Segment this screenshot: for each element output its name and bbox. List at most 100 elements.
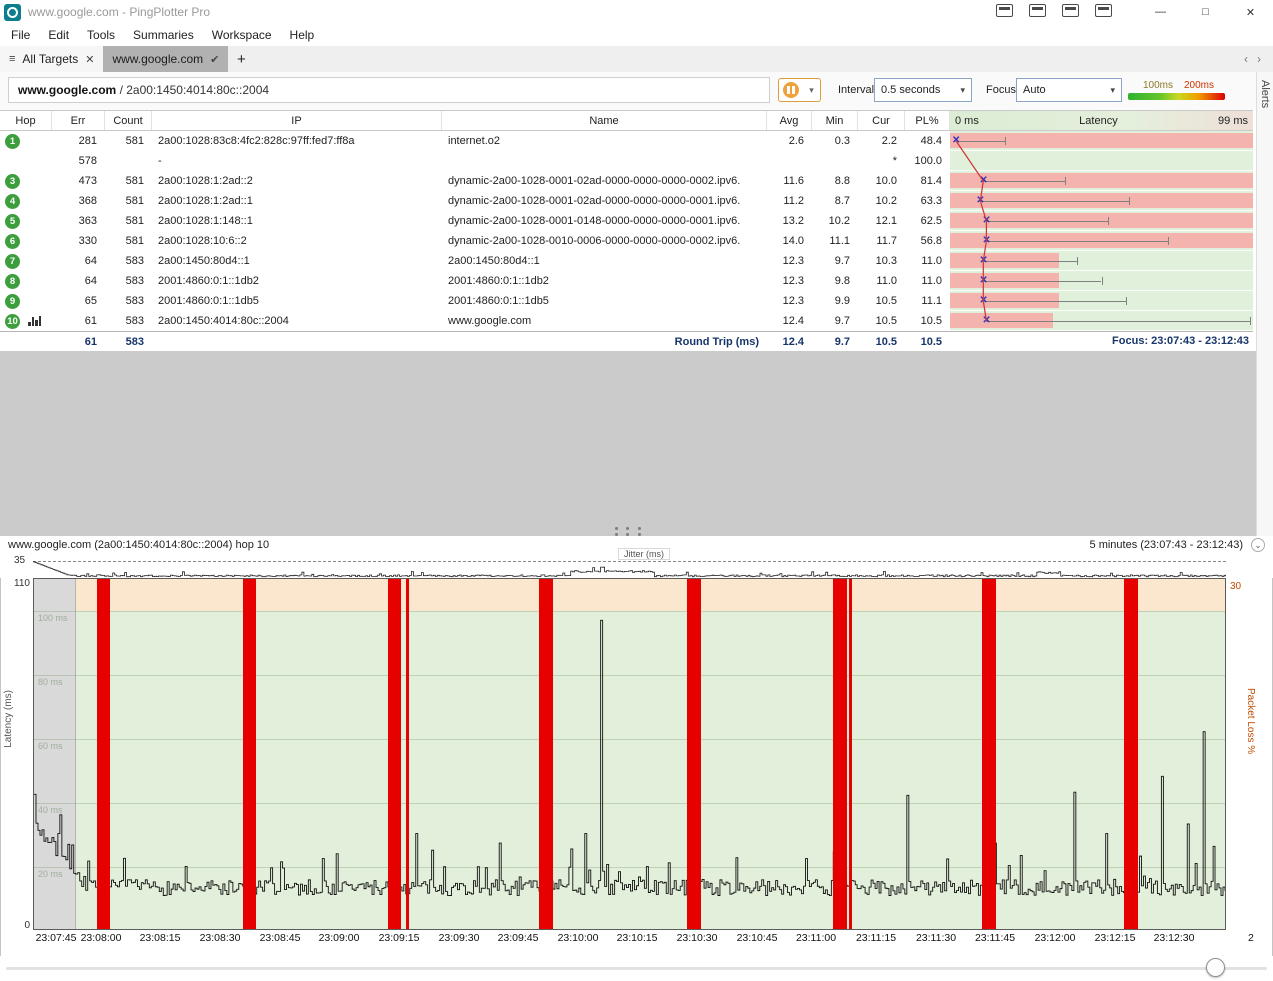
menu-item-help[interactable]: Help bbox=[281, 25, 324, 45]
latency-range-whisker bbox=[983, 281, 1101, 282]
hop-number-badge: 4 bbox=[5, 194, 20, 209]
table-row[interactable]: 63305812a00:1028:10:6::2dynamic-2a00-102… bbox=[0, 231, 1253, 251]
close-button[interactable]: ✕ bbox=[1228, 0, 1273, 24]
ip-cell: 2a00:1028:1:2ad::2 bbox=[152, 171, 442, 191]
pause-button[interactable] bbox=[778, 78, 804, 102]
table-row[interactable]: 34735812a00:1028:1:2ad::2dynamic-2a00-10… bbox=[0, 171, 1253, 191]
table-row[interactable]: 7645832a00:1450:80d4::12a00:1450:80d4::1… bbox=[0, 251, 1253, 271]
timeline-range-dropdown[interactable]: ⌄ bbox=[1251, 538, 1265, 552]
count-cell: 581 bbox=[105, 191, 152, 211]
scrollbar-thumb[interactable] bbox=[1206, 958, 1225, 977]
column-header-avg[interactable]: Avg bbox=[767, 111, 812, 130]
pl-cell: 56.8 bbox=[905, 231, 950, 251]
tab-scroll-right-icon[interactable]: › bbox=[1257, 52, 1261, 66]
pause-icon bbox=[783, 82, 799, 98]
latency-graph-cell: ✕ bbox=[950, 171, 1253, 191]
count-cell: 581 bbox=[105, 171, 152, 191]
workspace-layout-icon[interactable] bbox=[996, 4, 1013, 17]
interval-label: Interval bbox=[838, 84, 874, 96]
splitter-handle[interactable] bbox=[612, 527, 644, 536]
menu-item-summaries[interactable]: Summaries bbox=[124, 25, 203, 45]
column-header-hop[interactable]: Hop bbox=[0, 111, 52, 130]
tab-active-target[interactable]: www.google.com ✔ bbox=[103, 46, 228, 72]
tab-close-icon[interactable]: ✕ bbox=[85, 53, 94, 66]
name-cell: dynamic-2a00-1028-0010-0006-0000-0000-00… bbox=[442, 231, 767, 251]
monitor-view-icon[interactable] bbox=[1062, 4, 1079, 17]
hop-number-badge: 5 bbox=[5, 214, 20, 229]
menu-item-file[interactable]: File bbox=[2, 25, 39, 45]
x-axis-label: 23:09:15 bbox=[379, 932, 420, 944]
timeline-range-label[interactable]: 5 minutes (23:07:43 - 23:12:43) bbox=[1090, 539, 1243, 551]
ip-cell: 2a00:1028:1:2ad::1 bbox=[152, 191, 442, 211]
tab-check-icon[interactable]: ✔ bbox=[210, 53, 219, 66]
latency-graph-cell: ✕ bbox=[950, 231, 1253, 251]
menu-item-edit[interactable]: Edit bbox=[39, 25, 78, 45]
x-axis-label: 23:09:30 bbox=[439, 932, 480, 944]
latency-avg-marker: ✕ bbox=[952, 132, 960, 149]
latency-scale-max: 99 ms bbox=[1218, 115, 1248, 127]
table-row[interactable]: 43685812a00:1028:1:2ad::1dynamic-2a00-10… bbox=[0, 191, 1253, 211]
minimize-button[interactable]: — bbox=[1138, 0, 1183, 24]
hop-cell: 7 bbox=[0, 251, 52, 271]
chevron-down-icon: ▾ bbox=[960, 85, 965, 96]
timeline-graph[interactable]: 100 ms80 ms60 ms40 ms20 ms bbox=[33, 578, 1226, 930]
hop-number-badge: 9 bbox=[5, 294, 20, 309]
interval-select[interactable]: 0.5 seconds ▾ bbox=[874, 78, 972, 102]
maximize-button[interactable]: □ bbox=[1183, 0, 1228, 24]
latency-range-whisker bbox=[983, 261, 1077, 262]
target-address-field[interactable]: www.google.com / 2a00:1450:4014:80c::200… bbox=[8, 77, 770, 103]
column-header-count[interactable]: Count bbox=[105, 111, 152, 130]
timeline-scrollbar[interactable] bbox=[0, 956, 1273, 981]
name-cell: 2001:4860:0:1::1db5 bbox=[442, 291, 767, 311]
target-host: www.google.com bbox=[18, 83, 116, 97]
table-row[interactable]: 53635812a00:1028:1:148::1dynamic-2a00-10… bbox=[0, 211, 1253, 231]
tab-all-targets[interactable]: ≡ All Targets ✕ bbox=[0, 46, 103, 72]
scrollbar-track[interactable] bbox=[6, 967, 1267, 970]
new-tab-button[interactable]: + bbox=[228, 46, 254, 72]
window-title: www.google.com - PingPlotter Pro bbox=[28, 5, 210, 19]
latency-range-cap bbox=[1005, 137, 1006, 145]
focus-select[interactable]: Auto ▾ bbox=[1016, 78, 1122, 102]
packet-loss-bar bbox=[833, 579, 847, 929]
table-row[interactable]: 578-*100.0 bbox=[0, 151, 1253, 171]
hop-cell: 1 bbox=[0, 131, 52, 151]
packet-loss-bar bbox=[982, 579, 996, 929]
count-cell: 583 bbox=[105, 251, 152, 271]
hop-cell bbox=[0, 151, 52, 171]
column-header-min[interactable]: Min bbox=[812, 111, 858, 130]
trace-table-header: HopErrCountIPNameAvgMinCurPL%0 msLatency… bbox=[0, 110, 1253, 131]
x-axis-label: 23:12:15 bbox=[1095, 932, 1136, 944]
column-header-pl[interactable]: PL% bbox=[905, 111, 950, 130]
menu-item-tools[interactable]: Tools bbox=[78, 25, 124, 45]
print-icon[interactable] bbox=[1095, 4, 1112, 17]
cur-cell: * bbox=[858, 151, 905, 171]
latency-range-whisker bbox=[959, 141, 1004, 142]
menu-item-workspace[interactable]: Workspace bbox=[203, 25, 281, 45]
x-axis-label: 23:08:15 bbox=[140, 932, 181, 944]
interval-value: 0.5 seconds bbox=[881, 84, 940, 96]
table-row[interactable]: 9655832001:4860:0:1::1db52001:4860:0:1::… bbox=[0, 291, 1253, 311]
avg-cell: 12.4 bbox=[767, 311, 812, 331]
packet-loss-max-label: 30 bbox=[1230, 581, 1241, 592]
widescreen-view-icon[interactable] bbox=[1029, 4, 1046, 17]
summary-count-cell: 583 bbox=[105, 332, 152, 351]
table-row[interactable]: 8645832001:4860:0:1::1db22001:4860:0:1::… bbox=[0, 271, 1253, 291]
column-header-err[interactable]: Err bbox=[52, 111, 105, 130]
pause-dropdown-button[interactable]: ▾ bbox=[803, 78, 821, 102]
latency-avg-marker: ✕ bbox=[979, 252, 987, 269]
table-row[interactable]: 12815812a00:1028:83c8:4fc2:828c:97ff:fed… bbox=[0, 131, 1253, 151]
tab-scroll-left-icon[interactable]: ‹ bbox=[1244, 52, 1248, 66]
table-row[interactable]: 10615832a00:1450:4014:80c::2004www.googl… bbox=[0, 311, 1253, 331]
name-cell: 2001:4860:0:1::1db2 bbox=[442, 271, 767, 291]
tab-scroll-nav: ‹ › bbox=[1244, 46, 1261, 72]
jitter-trace bbox=[33, 562, 1226, 577]
column-header-latency[interactable]: 0 msLatency99 ms bbox=[950, 111, 1253, 130]
column-header-name[interactable]: Name bbox=[442, 111, 767, 130]
column-header-cur[interactable]: Cur bbox=[858, 111, 905, 130]
x-axis-label: 23:10:15 bbox=[617, 932, 658, 944]
focus-range-text: Focus: 23:07:43 - 23:12:43 bbox=[950, 332, 1253, 351]
latency-avg-marker: ✕ bbox=[982, 232, 990, 249]
column-header-ip[interactable]: IP bbox=[152, 111, 442, 130]
alerts-panel-tab[interactable]: Alerts bbox=[1259, 80, 1271, 108]
round-trip-summary-row: 61 583 Round Trip (ms) 12.4 9.7 10.5 10.… bbox=[0, 331, 1253, 351]
